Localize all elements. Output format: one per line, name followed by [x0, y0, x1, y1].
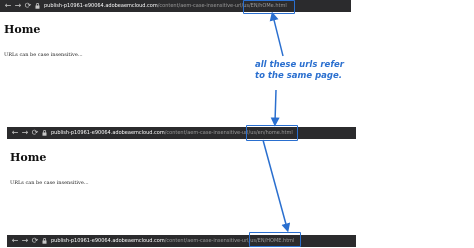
arrow-down-bottom: [262, 139, 291, 233]
annotation-arrows: [262, 11, 291, 233]
arrow-up: [269, 11, 284, 57]
arrow-down-middle: [270, 89, 280, 127]
